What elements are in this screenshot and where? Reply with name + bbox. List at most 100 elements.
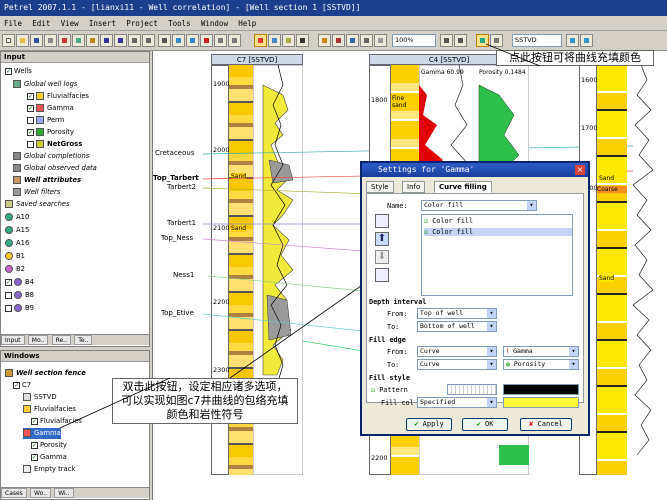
- tab-windows[interactable]: Wi..: [54, 488, 74, 498]
- depth-from-select[interactable]: Top of well: [417, 308, 497, 319]
- menu-help[interactable]: Help: [234, 16, 260, 31]
- tab-cases[interactable]: Cases: [1, 488, 27, 498]
- zoom-out-icon[interactable]: [186, 34, 199, 47]
- fill-list[interactable]: ☑ Color fill ☑ Color fill: [421, 214, 573, 296]
- pattern-swatch[interactable]: [447, 384, 497, 395]
- tree-item-perm[interactable]: Perm: [27, 115, 64, 126]
- tree-item-porosity[interactable]: ✓ Porosity: [27, 127, 74, 138]
- save-icon[interactable]: [30, 34, 43, 47]
- menu-project[interactable]: Project: [122, 16, 162, 31]
- tree-item-gamma-track[interactable]: Gamma: [23, 428, 61, 439]
- checkbox-icon[interactable]: ✓: [5, 278, 12, 286]
- menu-tools[interactable]: Tools: [164, 16, 195, 31]
- fill-color-swatch[interactable]: [503, 397, 579, 408]
- grid-icon[interactable]: [374, 34, 387, 47]
- edge-from-log-select[interactable]: ⌇ Gamma: [503, 346, 579, 357]
- menu-window[interactable]: Window: [197, 16, 232, 31]
- down-arrow-icon[interactable]: ⬇: [375, 250, 389, 264]
- close-icon[interactable]: ×: [575, 165, 585, 175]
- undo-icon[interactable]: [100, 34, 113, 47]
- tree-item-a15[interactable]: A15: [5, 225, 29, 236]
- checkbox-icon[interactable]: ✓: [31, 441, 38, 449]
- tree-item-a16[interactable]: A16: [5, 238, 29, 249]
- rotate-icon[interactable]: [142, 34, 155, 47]
- pattern-checkbox[interactable]: ☑ Pattern: [371, 386, 408, 394]
- tree-item-well-attributes[interactable]: Well attributes: [13, 175, 81, 186]
- tree-item-global-observed[interactable]: Global observed data: [13, 163, 97, 174]
- curve-fill-icon[interactable]: [476, 34, 489, 47]
- add-fill-icon[interactable]: [375, 214, 389, 228]
- fill-color-select[interactable]: Specified: [417, 397, 497, 408]
- cancel-button[interactable]: ✘ Cancel: [520, 418, 572, 431]
- tab-style[interactable]: Style: [366, 181, 394, 193]
- apply-button[interactable]: ✔ Apply: [406, 418, 452, 431]
- depth-to-select[interactable]: Bottom of well: [417, 321, 497, 332]
- fill-list-item-selected[interactable]: ☑ Color fill: [424, 228, 572, 236]
- checkbox-icon[interactable]: [27, 140, 34, 148]
- zoom-combo[interactable]: 100%: [392, 34, 436, 47]
- correlate-icon[interactable]: [332, 34, 345, 47]
- menu-edit[interactable]: Edit: [28, 16, 54, 31]
- tree-item-saved-searches[interactable]: Saved searches: [5, 199, 70, 210]
- menu-file[interactable]: File: [0, 16, 26, 31]
- name-input[interactable]: Color fill: [421, 200, 537, 211]
- redo-icon[interactable]: [114, 34, 127, 47]
- tree-item-b9[interactable]: B9: [5, 303, 34, 314]
- tree-item-netgross[interactable]: NetGross: [27, 139, 82, 150]
- tree-item-fluvialfacies-track[interactable]: Fluvialfacies: [23, 404, 76, 415]
- tab-input[interactable]: Input: [1, 335, 25, 345]
- template-icon[interactable]: [268, 34, 281, 47]
- ruler-icon[interactable]: [360, 34, 373, 47]
- tree-item-gamma-log[interactable]: ✓ Gamma: [31, 452, 67, 463]
- tree-item-fluvialfacies[interactable]: ✓ Fluvialfacies: [27, 91, 89, 102]
- checkbox-icon[interactable]: ✓: [31, 453, 38, 461]
- up-arrow-icon[interactable]: ⬆: [375, 232, 389, 246]
- tree-item-porosity-log[interactable]: ✓ Porosity: [31, 440, 67, 451]
- fit-width-icon[interactable]: [454, 34, 467, 47]
- tree-item-b4[interactable]: ✓ B4: [5, 277, 34, 288]
- zoom-in-icon[interactable]: [172, 34, 185, 47]
- menu-insert[interactable]: Insert: [85, 16, 120, 31]
- tab-templates[interactable]: Te..: [74, 335, 93, 345]
- scale-icon[interactable]: [228, 34, 241, 47]
- print-icon[interactable]: [44, 34, 57, 47]
- checkbox-icon[interactable]: ✓: [5, 67, 12, 75]
- checkbox-icon[interactable]: [27, 116, 34, 124]
- tab-curve-filling[interactable]: Curve filling: [434, 181, 492, 193]
- display-icon[interactable]: [566, 34, 579, 47]
- window-icon[interactable]: [580, 34, 593, 47]
- tree-item-b8[interactable]: B8: [5, 290, 34, 301]
- settings-icon[interactable]: [490, 34, 503, 47]
- checkbox-icon[interactable]: ✓: [27, 104, 34, 112]
- fill-list-item[interactable]: ☑ Color fill: [424, 217, 473, 225]
- tree-item-b1[interactable]: B1: [5, 251, 25, 262]
- tab-results[interactable]: Re..: [51, 335, 71, 345]
- checkbox-icon[interactable]: [5, 304, 12, 312]
- tree-item-global-logs[interactable]: Global well logs: [13, 79, 77, 90]
- checkbox-icon[interactable]: ✓: [31, 417, 38, 425]
- delete-icon[interactable]: [200, 34, 213, 47]
- edge-to-type-select[interactable]: Curve: [417, 359, 497, 370]
- tab-models[interactable]: Mo..: [27, 335, 49, 345]
- flatten-icon[interactable]: [346, 34, 359, 47]
- measure-icon[interactable]: [214, 34, 227, 47]
- edge-to-log-select[interactable]: ◍ Porosity: [503, 359, 579, 370]
- marker-icon[interactable]: [318, 34, 331, 47]
- tree-item-sstvd[interactable]: SSTVD: [23, 392, 57, 403]
- edge-from-type-select[interactable]: Curve: [417, 346, 497, 357]
- well-icon[interactable]: [296, 34, 309, 47]
- fill-icon[interactable]: [254, 34, 267, 47]
- tree-item-fluvialfacies-log[interactable]: ✓ Fluvialfacies: [31, 416, 82, 427]
- tree-item-wells[interactable]: ✓ Wells: [5, 66, 32, 77]
- track-icon[interactable]: [282, 34, 295, 47]
- tree-item-global-completions[interactable]: Global completions: [13, 151, 89, 162]
- tree-item-gamma[interactable]: ✓ Gamma: [27, 103, 74, 114]
- pattern-color-swatch[interactable]: [503, 384, 579, 395]
- tree-item-c7[interactable]: ✓ C7: [13, 380, 31, 391]
- open-icon[interactable]: [16, 34, 29, 47]
- tab-workflows[interactable]: Wo..: [30, 488, 52, 498]
- tree-item-empty-track[interactable]: Empty track: [23, 464, 75, 475]
- ok-button[interactable]: ✔ OK: [462, 418, 508, 431]
- checkbox-icon[interactable]: ✓: [27, 128, 34, 136]
- new-icon[interactable]: [2, 34, 15, 47]
